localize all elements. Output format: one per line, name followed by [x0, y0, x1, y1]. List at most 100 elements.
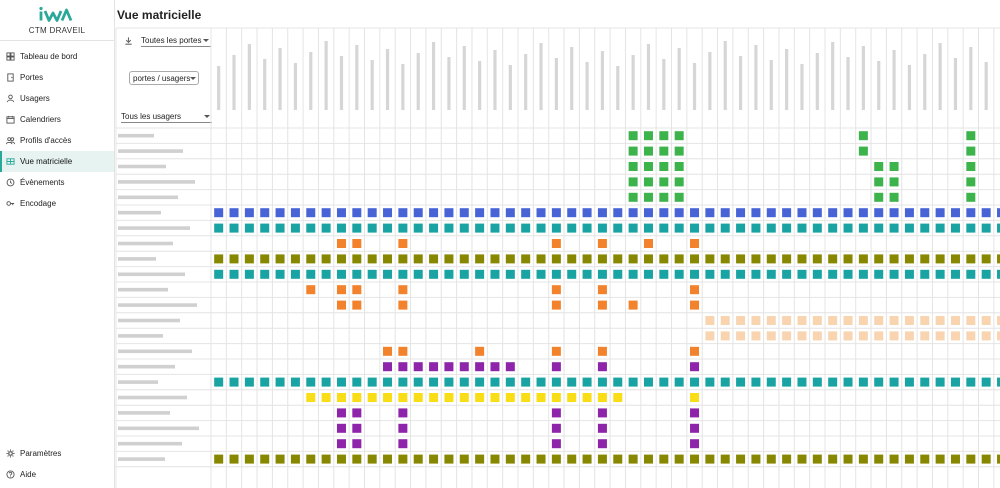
access-cell[interactable]	[628, 454, 638, 464]
access-cell[interactable]	[490, 208, 500, 218]
access-cell[interactable]	[306, 393, 316, 402]
door-header-placeholder[interactable]	[662, 59, 666, 110]
access-cell[interactable]	[981, 223, 991, 233]
access-cell[interactable]	[643, 377, 653, 387]
access-cell[interactable]	[659, 454, 669, 464]
door-header-placeholder[interactable]	[278, 48, 282, 110]
access-cell[interactable]	[352, 208, 362, 218]
access-cell[interactable]	[797, 254, 807, 264]
access-cell[interactable]	[459, 362, 469, 372]
access-cell[interactable]	[413, 454, 423, 464]
access-cell[interactable]	[920, 454, 930, 464]
access-cell[interactable]	[383, 254, 393, 264]
access-cell[interactable]	[475, 454, 485, 464]
access-cell[interactable]	[674, 223, 684, 233]
access-cell[interactable]	[352, 300, 362, 310]
user-row-placeholder[interactable]	[118, 457, 165, 461]
access-cell[interactable]	[306, 454, 316, 464]
access-cell[interactable]	[782, 208, 792, 218]
access-cell[interactable]	[290, 254, 300, 264]
access-cell[interactable]	[459, 208, 469, 218]
door-header-placeholder[interactable]	[984, 62, 988, 110]
access-cell[interactable]	[582, 393, 592, 402]
access-cell[interactable]	[444, 223, 454, 233]
access-cell[interactable]	[643, 454, 653, 464]
access-cell[interactable]	[782, 377, 792, 387]
access-cell[interactable]	[843, 377, 853, 387]
access-cell[interactable]	[690, 300, 700, 310]
access-cell[interactable]	[828, 254, 838, 264]
access-cell[interactable]	[413, 208, 423, 218]
access-cell[interactable]	[705, 223, 715, 233]
access-cell[interactable]	[429, 362, 439, 372]
access-cell[interactable]	[490, 454, 500, 464]
access-cell[interactable]	[383, 377, 393, 387]
access-cell[interactable]	[505, 269, 515, 279]
access-cell[interactable]	[981, 269, 991, 279]
access-cell[interactable]	[336, 393, 346, 402]
access-cell[interactable]	[275, 208, 285, 218]
access-cell[interactable]	[920, 223, 930, 233]
access-cell[interactable]	[690, 362, 700, 372]
access-cell[interactable]	[858, 223, 868, 233]
access-cell[interactable]	[889, 454, 899, 464]
access-cell[interactable]	[705, 316, 715, 325]
access-cell[interactable]	[674, 377, 684, 387]
access-cell[interactable]	[398, 254, 408, 264]
user-row-placeholder[interactable]	[118, 303, 197, 307]
door-header-placeholder[interactable]	[508, 65, 512, 110]
access-cell[interactable]	[429, 454, 439, 464]
access-cell[interactable]	[367, 254, 377, 264]
access-cell[interactable]	[628, 146, 638, 156]
access-cell[interactable]	[398, 239, 408, 248]
access-cell[interactable]	[521, 393, 531, 402]
access-cell[interactable]	[643, 131, 653, 141]
access-cell[interactable]	[690, 408, 700, 418]
access-cell[interactable]	[843, 223, 853, 233]
access-cell[interactable]	[874, 162, 884, 171]
access-cell[interactable]	[521, 223, 531, 233]
access-cell[interactable]	[843, 208, 853, 218]
door-header-placeholder[interactable]	[570, 47, 574, 110]
access-cell[interactable]	[459, 454, 469, 464]
access-cell[interactable]	[551, 269, 561, 279]
user-row-placeholder[interactable]	[118, 441, 182, 446]
access-cell[interactable]	[459, 269, 469, 279]
access-cell[interactable]	[229, 223, 239, 233]
door-header-placeholder[interactable]	[309, 52, 313, 110]
access-cell[interactable]	[275, 454, 285, 464]
access-cell[interactable]	[613, 377, 623, 387]
access-cell[interactable]	[260, 454, 270, 464]
access-cell[interactable]	[459, 377, 469, 387]
access-cell[interactable]	[582, 454, 592, 464]
access-cell[interactable]	[597, 300, 607, 310]
access-cell[interactable]	[782, 269, 792, 279]
access-cell[interactable]	[889, 162, 899, 171]
access-cell[interactable]	[904, 208, 914, 218]
user-row-placeholder[interactable]	[118, 334, 163, 338]
access-cell[interactable]	[521, 254, 531, 264]
access-cell[interactable]	[398, 285, 408, 295]
access-cell[interactable]	[874, 269, 884, 279]
access-cell[interactable]	[690, 423, 700, 433]
access-cell[interactable]	[398, 408, 408, 418]
access-cell[interactable]	[536, 254, 546, 264]
access-cell[interactable]	[966, 177, 976, 187]
access-cell[interactable]	[950, 269, 960, 279]
access-cell[interactable]	[674, 146, 684, 156]
access-cell[interactable]	[858, 331, 868, 341]
door-header-placeholder[interactable]	[524, 54, 528, 110]
access-cell[interactable]	[321, 454, 331, 464]
access-cell[interactable]	[690, 223, 700, 233]
access-cell[interactable]	[643, 239, 653, 248]
door-header-placeholder[interactable]	[800, 64, 804, 110]
access-cell[interactable]	[950, 377, 960, 387]
access-cell[interactable]	[613, 393, 623, 402]
user-row-placeholder[interactable]	[118, 272, 185, 277]
access-cell[interactable]	[659, 377, 669, 387]
access-cell[interactable]	[981, 316, 991, 325]
access-cell[interactable]	[490, 377, 500, 387]
access-cell[interactable]	[690, 377, 700, 387]
access-cell[interactable]	[889, 377, 899, 387]
access-cell[interactable]	[505, 377, 515, 387]
